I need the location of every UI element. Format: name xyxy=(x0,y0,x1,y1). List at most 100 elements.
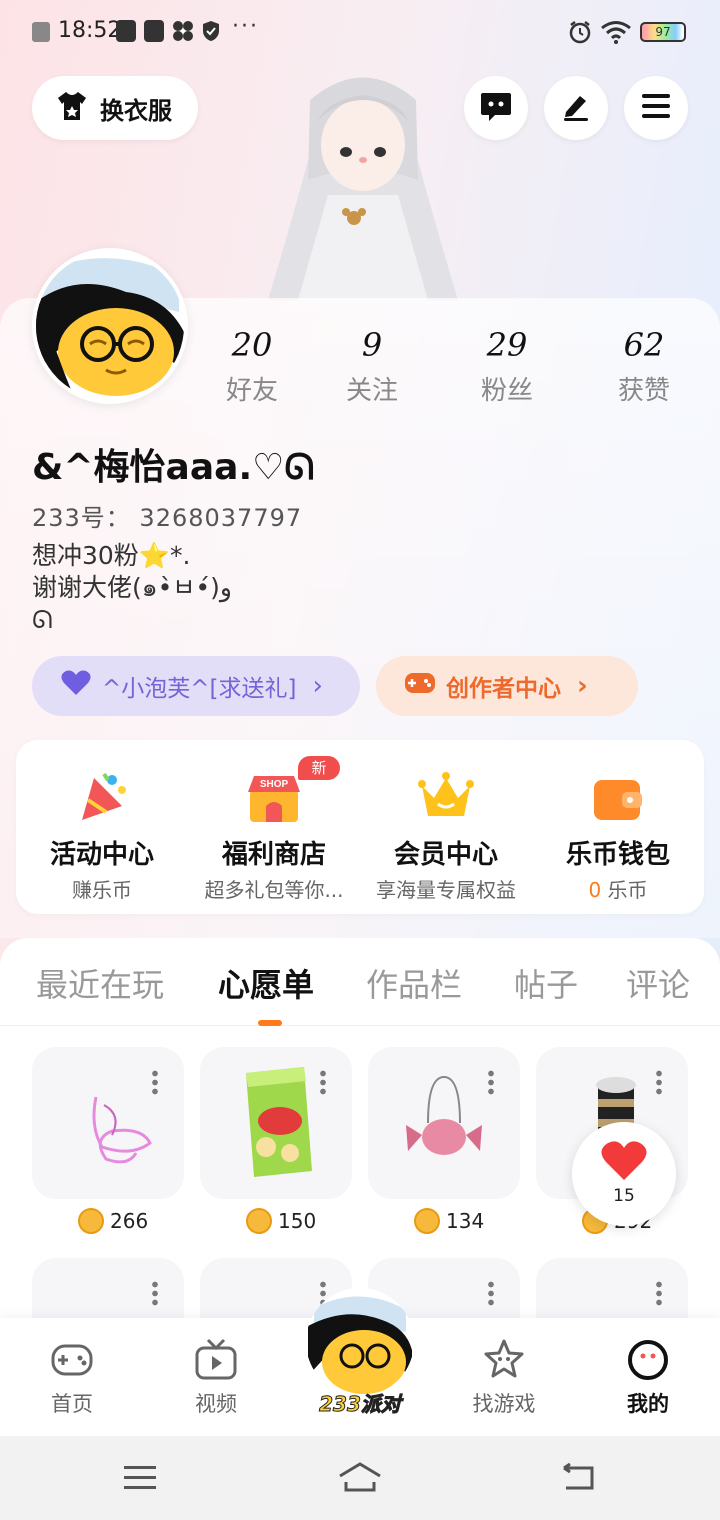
stat-label: 获赞 xyxy=(617,376,670,406)
tab-wishlist[interactable]: 心愿单 xyxy=(218,960,314,1006)
wishlist-item[interactable] xyxy=(200,1047,352,1199)
fan-icon xyxy=(172,20,194,42)
crown-icon xyxy=(418,770,474,826)
shop-icon: SHOP xyxy=(246,770,302,826)
coin-wallet-sub: 0 乐币 xyxy=(532,874,704,903)
more-options-icon[interactable] xyxy=(488,1280,494,1306)
back-icon[interactable] xyxy=(560,1462,598,1496)
coin-wallet-button[interactable]: 乐币钱包 0 乐币 xyxy=(532,740,704,914)
edit-icon xyxy=(560,90,592,126)
status-bar: 18:52 ··· 97 xyxy=(0,0,720,66)
home-icon[interactable] xyxy=(336,1460,384,1498)
member-center-sub: 享海量专属权益 xyxy=(376,878,516,902)
face-icon xyxy=(626,1338,670,1382)
wallet-icon xyxy=(590,770,646,826)
stat-friends[interactable]: 20 好友 xyxy=(192,326,312,407)
chat-icon xyxy=(479,89,513,127)
change-outfit-button[interactable]: 换衣服 xyxy=(32,76,198,140)
coin-balance: 0 xyxy=(588,878,602,902)
nav-find-games[interactable]: 找游戏 xyxy=(432,1318,576,1436)
gift-request-button[interactable]: ^小泡芙^[求送礼] › xyxy=(32,656,360,716)
app-notification-icon xyxy=(144,20,164,42)
creator-center-label: 创作者中心 xyxy=(446,676,561,702)
stat-followers[interactable]: 29 粉丝 xyxy=(447,326,567,407)
tab-posts[interactable]: 帖子 xyxy=(514,960,578,1006)
gift-request-label: ^小泡芙^[求送礼] xyxy=(102,676,297,702)
chat-button[interactable] xyxy=(464,76,528,140)
nav-find-games-label: 找游戏 xyxy=(472,1392,536,1416)
change-outfit-label: 换衣服 xyxy=(100,96,172,125)
bio: 想冲30粉⭐*. 谢谢大佬(๑•̀ㅂ•́)و ᘏ xyxy=(32,541,232,634)
price-value: 266 xyxy=(110,1209,149,1233)
menu-icon xyxy=(640,92,672,124)
user-id[interactable]: 233号： 3268037797 xyxy=(32,498,302,533)
coin-icon xyxy=(78,1208,104,1234)
party-avatar-button[interactable] xyxy=(306,1288,414,1396)
coin-unit: 乐币 xyxy=(607,878,648,902)
more-options-icon[interactable] xyxy=(152,1280,158,1306)
more-options-icon[interactable] xyxy=(656,1069,662,1095)
activity-center-button[interactable]: 活动中心 赚乐币 xyxy=(16,740,188,914)
gamepad-icon xyxy=(404,670,436,702)
pink-scribble-item-image xyxy=(92,1096,152,1164)
chips-bag-item-image xyxy=(246,1067,312,1177)
quick-access-panel: 活动中心 赚乐币 SHOP 福利商店 超多礼包等你... 会员中心 享海量专属权… xyxy=(16,740,704,914)
gamepad-icon xyxy=(50,1338,94,1382)
nav-home-label: 首页 xyxy=(51,1392,93,1416)
nav-home[interactable]: 首页 xyxy=(0,1318,144,1436)
heart-count: 15 xyxy=(613,1186,635,1206)
party-label: 233派对 xyxy=(319,1392,402,1417)
battery-icon: 97 xyxy=(640,22,686,42)
tab-comments[interactable]: 评论 xyxy=(626,960,690,1006)
avatar[interactable] xyxy=(32,248,188,404)
stat-value: 20 xyxy=(231,326,273,364)
member-center-button[interactable]: 会员中心 享海量专属权益 xyxy=(360,740,532,914)
item-price: 266 xyxy=(78,1208,148,1234)
nav-video[interactable]: 视频 xyxy=(144,1318,288,1436)
stat-label: 好友 xyxy=(225,376,278,406)
more-options-icon[interactable] xyxy=(656,1280,662,1306)
coin-icon xyxy=(414,1208,440,1234)
price-value: 134 xyxy=(446,1209,485,1233)
more-options-icon[interactable] xyxy=(488,1069,494,1095)
tab-bar: 最近在玩 心愿单 作品栏 帖子 评论 xyxy=(0,938,720,1026)
activity-center-title: 活动中心 xyxy=(49,840,154,870)
more-options-icon[interactable] xyxy=(320,1069,326,1095)
profile-page: 18:52 ··· 97 换衣服 20 好友 9 关注 29 粉丝 62 获赞 … xyxy=(0,0,720,1520)
creator-center-button[interactable]: 创作者中心 › xyxy=(376,656,638,716)
party-popper-icon xyxy=(74,770,130,826)
menu-button[interactable] xyxy=(624,76,688,140)
more-options-icon[interactable] xyxy=(152,1069,158,1095)
heart-icon xyxy=(600,1140,648,1186)
status-time: 18:52 xyxy=(58,18,122,43)
coin-icon xyxy=(246,1208,272,1234)
welfare-shop-title: 福利商店 xyxy=(221,840,326,870)
active-tab-indicator xyxy=(258,1020,282,1026)
item-price: 134 xyxy=(414,1208,484,1234)
edit-profile-button[interactable] xyxy=(544,76,608,140)
nickname: &^梅怡aaa.♡ᘏ xyxy=(32,447,315,488)
coin-wallet-title: 乐币钱包 xyxy=(565,840,670,870)
nav-me-label: 我的 xyxy=(627,1392,669,1416)
new-badge: 新 xyxy=(298,756,340,780)
candy-bag-item-image xyxy=(406,1075,482,1155)
tv-icon xyxy=(194,1338,238,1382)
notification-icon xyxy=(32,22,50,42)
heart-icon xyxy=(60,669,92,703)
stat-following[interactable]: 9 关注 xyxy=(312,326,432,407)
tab-works[interactable]: 作品栏 xyxy=(366,960,462,1006)
wishlist-item[interactable] xyxy=(32,1047,184,1199)
stat-value: 9 xyxy=(361,326,383,364)
system-navigation-bar xyxy=(0,1436,720,1520)
tshirt-icon xyxy=(54,90,90,126)
wishlist-item[interactable] xyxy=(368,1047,520,1199)
chevron-right-icon: › xyxy=(312,671,323,701)
likes-float-button[interactable]: 15 xyxy=(572,1122,676,1226)
stat-label: 粉丝 xyxy=(480,376,533,406)
stat-likes[interactable]: 62 获赞 xyxy=(584,326,704,407)
item-price: 150 xyxy=(246,1208,316,1234)
recent-apps-icon[interactable] xyxy=(122,1464,158,1496)
nav-me[interactable]: 我的 xyxy=(576,1318,720,1436)
tab-recently-played[interactable]: 最近在玩 xyxy=(36,960,164,1006)
activity-center-sub: 赚乐币 xyxy=(72,878,132,902)
